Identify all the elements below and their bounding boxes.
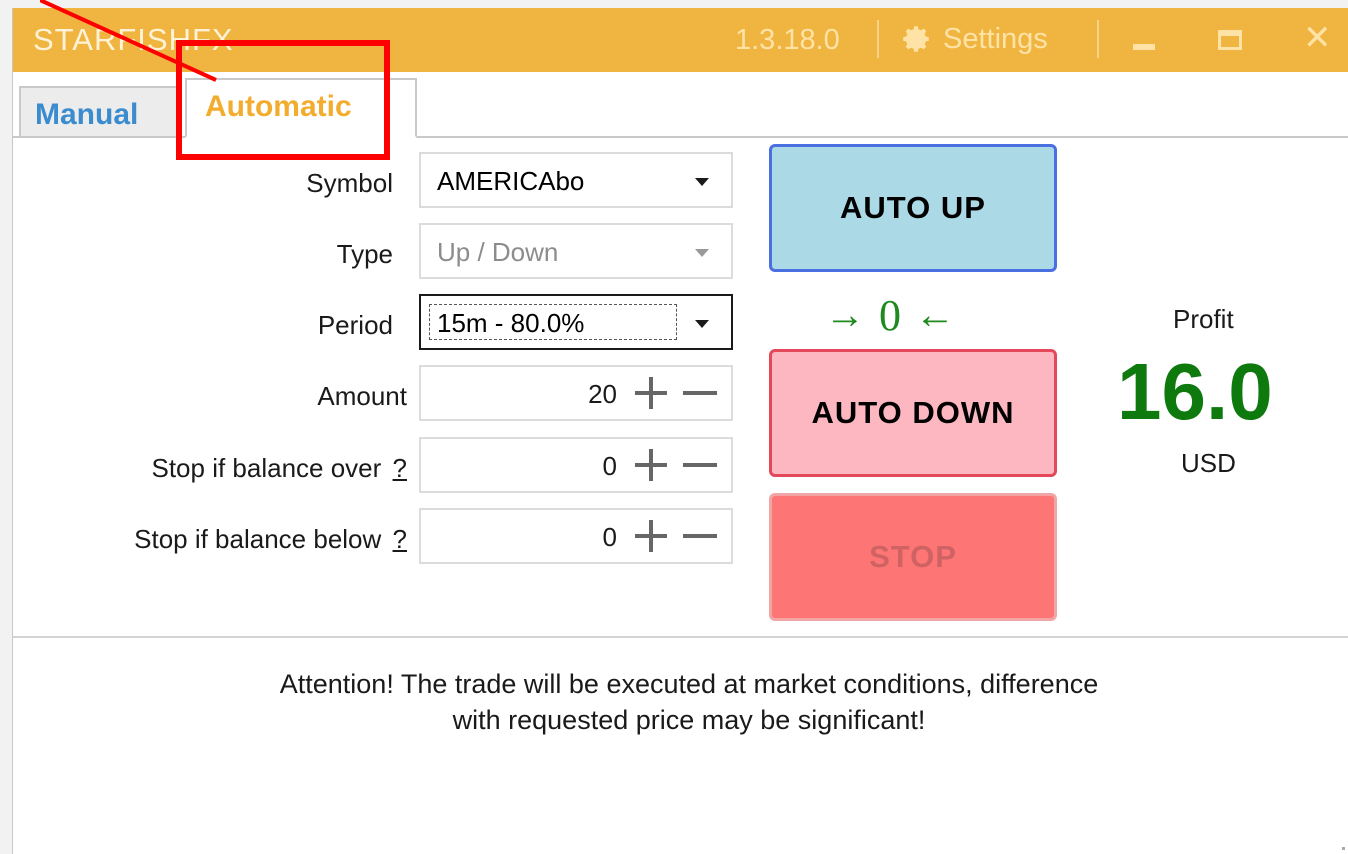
period-value: 15m - 80.0% (437, 308, 585, 338)
amount-value[interactable]: 20 (588, 379, 617, 410)
plus-icon[interactable] (635, 449, 667, 481)
annotation-highlight-box (176, 40, 390, 160)
maximize-icon[interactable] (1218, 30, 1242, 50)
arrow-left-icon: ← (915, 293, 955, 337)
minimize-icon[interactable] (1133, 44, 1155, 50)
period-select[interactable]: 15m - 80.0% (419, 294, 733, 350)
type-select: Up / Down (419, 223, 733, 279)
tab-manual[interactable]: Manual (19, 86, 179, 136)
auto-down-button[interactable]: AUTO DOWN (769, 349, 1057, 477)
attention-message: Attention! The trade will be executed at… (113, 666, 1265, 738)
minus-icon[interactable] (683, 534, 717, 538)
period-label: Period (317, 310, 393, 340)
settings-button[interactable]: Settings (899, 22, 1048, 56)
chevron-down-icon (695, 178, 709, 186)
auto-up-button[interactable]: AUTO UP (769, 144, 1057, 272)
stop-below-value[interactable]: 0 (603, 522, 617, 553)
minus-icon[interactable] (683, 391, 717, 395)
profit-value: 16.0 (1117, 347, 1273, 436)
type-value: Up / Down (437, 237, 559, 267)
stop-over-text: Stop if balance over (151, 453, 382, 483)
type-label: Type (336, 239, 393, 269)
attention-line-1: Attention! The trade will be executed at… (279, 669, 1099, 699)
stop-below-text: Stop if balance below (134, 524, 382, 554)
amount-stepper[interactable]: 20 (419, 365, 733, 421)
stop-over-value[interactable]: 0 (603, 451, 617, 482)
stop-below-stepper[interactable]: 0 (419, 508, 733, 564)
help-link[interactable]: ? (393, 453, 407, 483)
title-separator (877, 20, 879, 58)
profit-currency: USD (1181, 448, 1236, 478)
trade-counter: → 0 ← (825, 290, 955, 341)
arrow-right-icon: → (825, 293, 865, 337)
stop-below-label: Stop if balance below ? (33, 524, 407, 555)
title-separator (1097, 20, 1099, 58)
chevron-down-icon (695, 249, 709, 257)
resize-grip[interactable] (1335, 840, 1345, 850)
symbol-select[interactable]: AMERICAbo (419, 152, 733, 208)
help-link[interactable]: ? (393, 524, 407, 554)
minus-icon[interactable] (683, 463, 717, 467)
close-icon[interactable]: ✕ (1303, 18, 1332, 58)
settings-label: Settings (943, 22, 1048, 55)
stop-over-stepper[interactable]: 0 (419, 437, 733, 493)
gear-icon (903, 26, 929, 52)
counter-value: 0 (879, 291, 901, 340)
plus-icon[interactable] (635, 377, 667, 409)
chevron-down-icon (695, 320, 709, 328)
version-label: 1.3.18.0 (735, 24, 840, 56)
stop-button[interactable]: STOP (769, 493, 1057, 621)
profit-label: Profit (1173, 304, 1234, 334)
symbol-value: AMERICAbo (437, 166, 585, 196)
attention-line-2: with requested price may be significant! (452, 705, 926, 735)
plus-icon[interactable] (635, 520, 667, 552)
symbol-label: Symbol (306, 168, 393, 198)
amount-label: Amount (317, 381, 407, 411)
section-divider (13, 636, 1348, 638)
stop-over-label: Stop if balance over ? (33, 453, 407, 484)
